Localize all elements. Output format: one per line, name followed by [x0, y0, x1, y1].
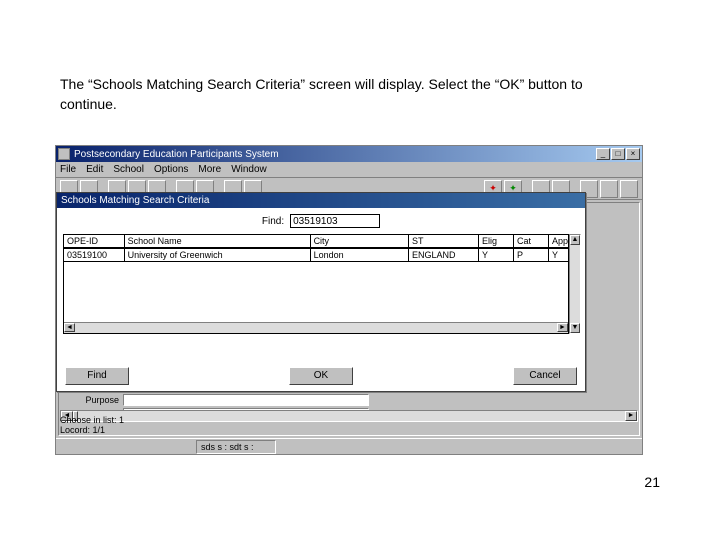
menu-options[interactable]: Options [154, 164, 188, 175]
cancel-button[interactable]: Cancel [513, 367, 577, 385]
col-opeid[interactable]: OPE-ID [64, 235, 124, 248]
menu-more[interactable]: More [198, 164, 221, 175]
col-st[interactable]: ST [408, 235, 478, 248]
grid-scroll-right-icon[interactable]: ► [557, 323, 568, 332]
col-city[interactable]: City [310, 235, 408, 248]
find-label: Find: [262, 216, 284, 227]
cell-cat: P [513, 248, 548, 262]
col-elig[interactable]: Elig [478, 235, 513, 248]
grid-horizontal-scrollbar[interactable]: ◄ ► [64, 322, 568, 333]
grid-scroll-down-icon[interactable]: ▼ [570, 323, 580, 333]
cell-elig: Y [478, 248, 513, 262]
grid-vertical-scrollbar[interactable]: ▲ ▼ [569, 234, 581, 334]
col-app[interactable]: App [548, 235, 569, 248]
menu-edit[interactable]: Edit [86, 164, 103, 175]
search-results-dialog: Schools Matching Search Criteria Find: O… [56, 192, 586, 392]
grid-header-row: OPE-ID School Name City ST Elig Cat App [64, 235, 569, 248]
cell-city: London [310, 248, 408, 262]
dialog-title: Schools Matching Search Criteria [61, 195, 209, 206]
instruction-caption: The “Schools Matching Search Criteria” s… [60, 75, 640, 114]
record-status-text: Choose in list: 1 Locord: 1/1 [60, 416, 124, 436]
status-bar: sds s : sdt s : [56, 438, 642, 454]
grid-scroll-left-icon[interactable]: ◄ [64, 323, 75, 332]
page-number: 21 [644, 474, 660, 490]
ok-button[interactable]: OK [289, 367, 353, 385]
cell-app: Y [548, 248, 569, 262]
app-window: Postsecondary Education Participants Sys… [55, 145, 643, 455]
close-button[interactable]: × [626, 148, 640, 160]
scroll-right-icon[interactable]: ► [625, 411, 637, 421]
minimize-button[interactable]: _ [596, 148, 610, 160]
find-row: Find: [57, 214, 585, 228]
menu-school[interactable]: School [113, 164, 144, 175]
menu-bar: File Edit School Options More Window [56, 162, 642, 178]
find-button[interactable]: Find [65, 367, 129, 385]
menu-file[interactable]: File [60, 164, 76, 175]
find-input[interactable] [290, 214, 380, 228]
table-row[interactable]: 03519100 University of Greenwich London … [64, 248, 569, 262]
bg-purpose-label: Purpose [69, 395, 119, 405]
main-horizontal-scrollbar[interactable]: ◄ ► [60, 410, 638, 422]
tool-right-6[interactable] [600, 180, 618, 198]
cell-name: University of Greenwich [124, 248, 310, 262]
col-name[interactable]: School Name [124, 235, 310, 248]
window-title: Postsecondary Education Participants Sys… [74, 149, 596, 160]
cell-st: ENGLAND [408, 248, 478, 262]
grid-scroll-up-icon[interactable]: ▲ [570, 235, 580, 245]
maximize-button[interactable]: □ [611, 148, 625, 160]
col-cat[interactable]: Cat [513, 235, 548, 248]
cell-opeid: 03519100 [64, 248, 124, 262]
bg-purpose-field[interactable] [123, 394, 369, 406]
dialog-titlebar: Schools Matching Search Criteria [57, 193, 585, 208]
main-titlebar: Postsecondary Education Participants Sys… [56, 146, 642, 162]
dialog-button-row: Find OK Cancel [65, 367, 577, 385]
menu-window[interactable]: Window [231, 164, 267, 175]
status-cell: sds s : sdt s : [196, 440, 276, 454]
results-grid[interactable]: OPE-ID School Name City ST Elig Cat App … [63, 234, 569, 334]
system-menu-icon[interactable] [58, 148, 70, 160]
tool-right-7[interactable] [620, 180, 638, 198]
